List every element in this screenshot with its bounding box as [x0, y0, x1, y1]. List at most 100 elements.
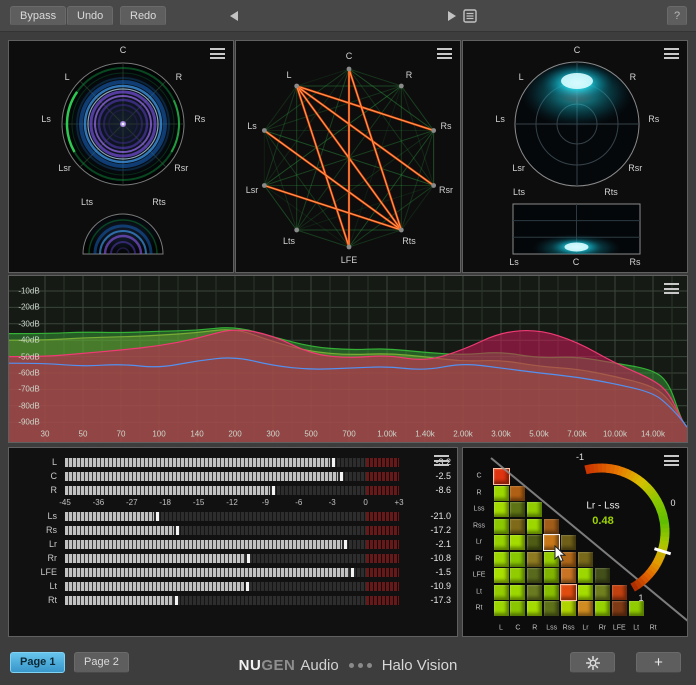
matrix-cell[interactable]: [510, 601, 525, 616]
matrix-col-label: L: [499, 625, 503, 632]
matrix-cell[interactable]: [494, 519, 509, 534]
meter-scale-tick: 0: [363, 498, 367, 507]
matrix-cell[interactable]: [494, 552, 509, 567]
panel-menu-icon[interactable]: [210, 48, 225, 59]
meter-red-zone: [366, 486, 399, 495]
matrix-cell[interactable]: [629, 601, 644, 616]
matrix-cell[interactable]: [494, 568, 509, 583]
meter-scale-tick: -12: [226, 498, 238, 507]
matrix-cell[interactable]: [595, 568, 610, 583]
matrix-cell[interactable]: [494, 502, 509, 517]
matrix-cell[interactable]: [494, 486, 509, 501]
matrix-cell[interactable]: [527, 601, 542, 616]
matrix-cell[interactable]: [561, 585, 576, 600]
freq-axis-label: 10.00k: [603, 430, 627, 439]
matrix-cell[interactable]: [510, 585, 525, 600]
channel-label-lsr: Lsr: [58, 163, 71, 173]
matrix-cell[interactable]: [544, 601, 559, 616]
matrix-cell[interactable]: [544, 568, 559, 583]
panel-menu-icon[interactable]: [664, 283, 679, 294]
web-node-label-rts: Rts: [402, 236, 416, 246]
matrix-cell[interactable]: [494, 535, 509, 550]
meter-row-rs: Rs-17.2: [9, 526, 457, 536]
settings-button[interactable]: [570, 652, 615, 673]
matrix-cell[interactable]: [544, 519, 559, 534]
matrix-row-label: Rss: [473, 522, 485, 529]
redo-button[interactable]: Redo: [120, 6, 166, 26]
db-axis-label: -50dB: [18, 352, 39, 361]
matrix-cell[interactable]: [561, 568, 576, 583]
matrix-cell[interactable]: [527, 568, 542, 583]
matrix-cell[interactable]: [612, 585, 627, 600]
panel-menu-icon[interactable]: [434, 455, 449, 466]
panel-menu-icon[interactable]: [437, 48, 452, 59]
meter-scale-tick: -15: [193, 498, 205, 507]
meter-peak-marker: [156, 512, 159, 521]
page1-tab[interactable]: Page 1: [10, 652, 65, 673]
undo-button[interactable]: Undo: [67, 6, 113, 26]
matrix-cell[interactable]: [494, 601, 509, 616]
gauge-mid-label: 0: [670, 498, 675, 508]
matrix-cell[interactable]: [510, 552, 525, 567]
matrix-cell[interactable]: [510, 486, 525, 501]
db-axis-label: -10dB: [18, 287, 39, 296]
meter-red-zone: [366, 512, 399, 521]
channel-label-ls: Ls: [41, 114, 51, 124]
meter-peak-marker: [246, 582, 249, 591]
meter-peak-marker: [332, 458, 335, 467]
freq-axis-label: 300: [266, 430, 279, 439]
meter-fill: [65, 512, 154, 521]
level-meter-bar: [65, 458, 399, 467]
channel-label-ls: Ls: [495, 114, 505, 124]
matrix-cell[interactable]: [578, 601, 593, 616]
matrix-cell[interactable]: [527, 519, 542, 534]
level-meters: L-3.2C-2.5R-8.6Ls-21.0Rs-17.2Lr-2.1Rr-10…: [9, 448, 457, 636]
matrix-col-label: Lr: [582, 625, 588, 632]
freq-axis-label: 7.00k: [567, 430, 587, 439]
prev-page-arrow-icon[interactable]: [228, 10, 240, 22]
web-node-label-r: R: [406, 70, 413, 80]
matrix-cell[interactable]: [544, 585, 559, 600]
matrix-cell[interactable]: [612, 601, 627, 616]
matrix-selection-label: Lr - Lss: [586, 501, 619, 512]
matrix-cell[interactable]: [595, 585, 610, 600]
spectrum-plot: [9, 276, 687, 442]
matrix-cell[interactable]: [527, 502, 542, 517]
meter-row-lfe: LFE-1.5: [9, 568, 457, 578]
page-list-icon[interactable]: [463, 9, 477, 23]
matrix-cell[interactable]: [494, 469, 509, 484]
matrix-cell[interactable]: [527, 552, 542, 567]
gear-icon: [586, 656, 600, 670]
matrix-col-label: Lt: [633, 625, 639, 632]
meter-channel-label: R: [9, 486, 57, 495]
matrix-cell[interactable]: [510, 519, 525, 534]
matrix-cell[interactable]: [578, 568, 593, 583]
panel-menu-icon[interactable]: [664, 455, 679, 466]
channel-label-c: C: [574, 45, 581, 55]
meter-scale-tick: +3: [394, 498, 403, 507]
matrix-cell[interactable]: [578, 585, 593, 600]
pol​ar-scope-graphic: [463, 41, 687, 272]
matrix-cell[interactable]: [494, 585, 509, 600]
meter-peak-marker: [175, 596, 178, 605]
matrix-cell[interactable]: [578, 552, 593, 567]
matrix-cell[interactable]: [595, 601, 610, 616]
next-page-arrow-icon[interactable]: [446, 10, 458, 22]
add-panel-button[interactable]: +: [636, 652, 681, 673]
web-node-label-ls: Ls: [247, 121, 257, 131]
matrix-cell[interactable]: [510, 502, 525, 517]
help-button[interactable]: ?: [667, 6, 687, 26]
panel-menu-icon[interactable]: [664, 48, 679, 59]
matrix-cell[interactable]: [527, 585, 542, 600]
web-node-label-l: L: [287, 70, 292, 80]
matrix-cell[interactable]: [561, 601, 576, 616]
level-meter-bar: [65, 472, 399, 481]
matrix-cell[interactable]: [510, 535, 525, 550]
matrix-row-label: Rt: [476, 605, 483, 612]
bottom-toolbar: Page 1 Page 2 NUGEN Audio Halo Vision +: [0, 645, 696, 685]
bypass-button[interactable]: Bypass: [10, 6, 66, 26]
matrix-cell[interactable]: [510, 568, 525, 583]
brand-dots: [349, 663, 372, 668]
page2-tab[interactable]: Page 2: [74, 652, 129, 673]
matrix-cell[interactable]: [527, 535, 542, 550]
